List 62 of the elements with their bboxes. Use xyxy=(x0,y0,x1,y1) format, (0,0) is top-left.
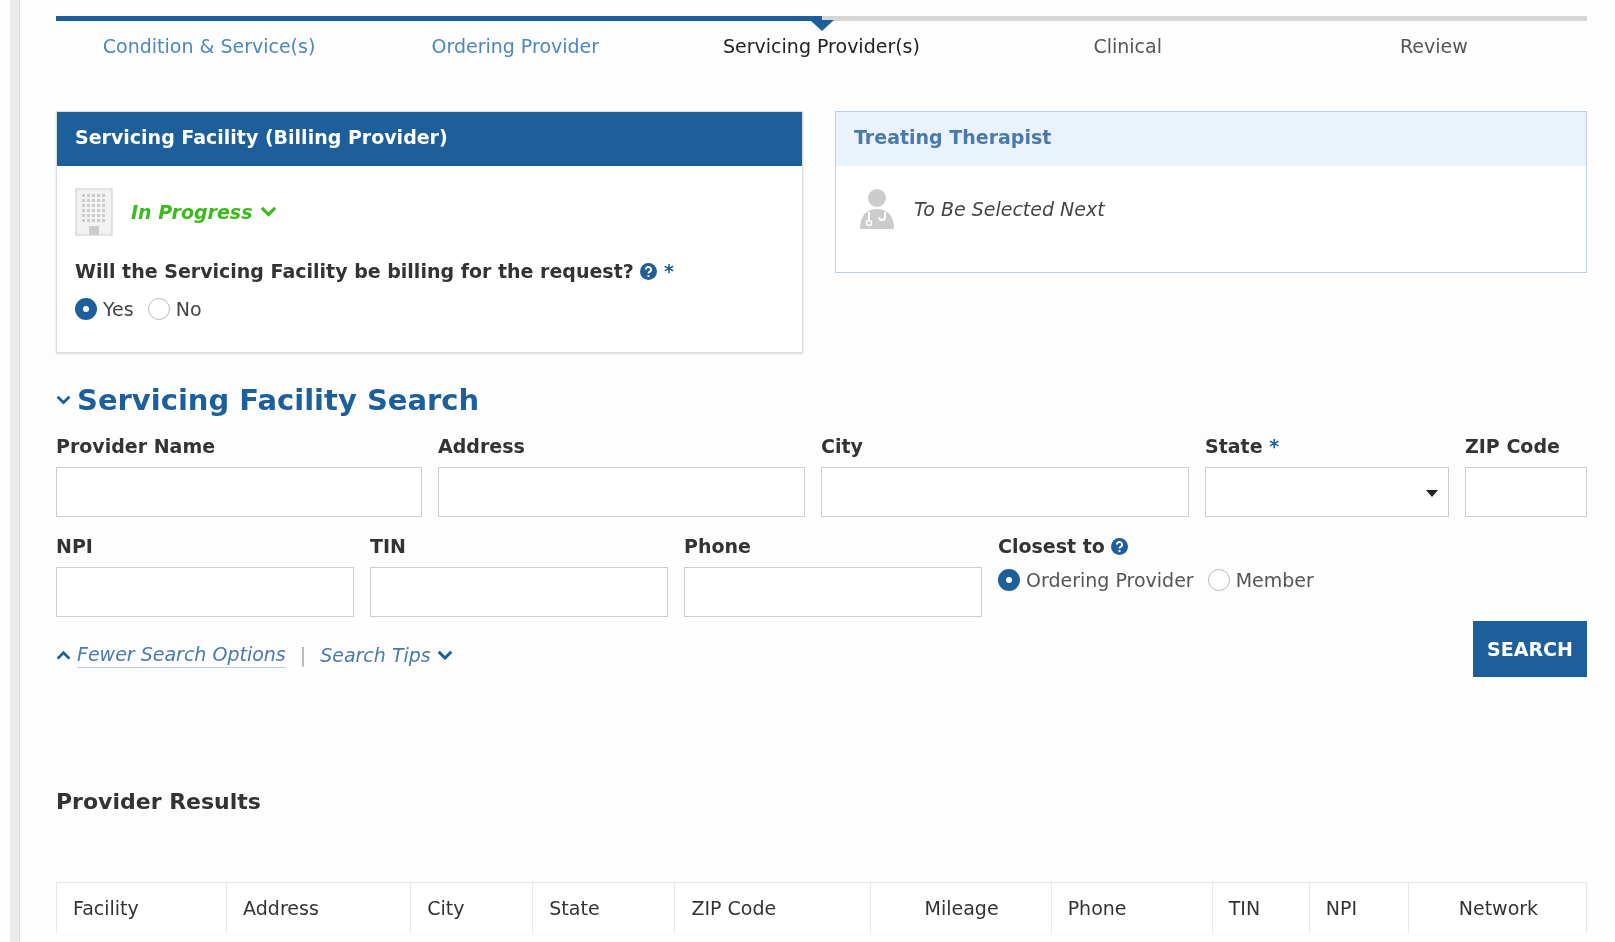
caret-icon xyxy=(1426,490,1438,497)
field-label: City xyxy=(821,435,863,457)
input-field[interactable] xyxy=(56,567,354,617)
section-heading: Provider Results xyxy=(56,789,262,814)
step-tab[interactable]: Servicing Provider(s) xyxy=(668,35,975,57)
column-header[interactable]: TIN xyxy=(1211,883,1309,933)
column-header[interactable]: ZIP Code xyxy=(674,883,870,933)
field-label: Closest to xyxy=(998,535,1105,557)
step-tab[interactable]: Clinical xyxy=(974,35,1281,57)
chevron-icon xyxy=(56,395,71,405)
column-header[interactable]: Network xyxy=(1407,883,1586,933)
search-tips-link[interactable]: Search Tips xyxy=(320,644,453,666)
radio-button[interactable] xyxy=(998,569,1020,591)
field-label: Phone xyxy=(684,535,751,557)
step-tab[interactable]: Review xyxy=(1280,35,1587,57)
required-mark: * xyxy=(664,260,674,282)
section-heading[interactable]: Servicing Facility Search xyxy=(56,383,1587,417)
required-mark: * xyxy=(1269,435,1280,457)
doctor-icon xyxy=(858,188,896,230)
step-tab[interactable]: Condition & Service(s) xyxy=(56,35,363,57)
building-icon xyxy=(75,188,113,236)
radio-button[interactable] xyxy=(75,298,97,320)
column-header[interactable]: Address xyxy=(226,883,411,933)
step-tab[interactable]: Ordering Provider xyxy=(362,35,669,57)
fewer-options-link[interactable]: Fewer Search Options xyxy=(56,642,286,668)
radio-label: Ordering Provider xyxy=(1026,569,1194,591)
input-field[interactable] xyxy=(370,567,668,617)
radio-button[interactable] xyxy=(147,298,170,320)
column-header[interactable]: City xyxy=(410,883,533,933)
radio-label: Member xyxy=(1235,569,1314,591)
step-pointer-icon xyxy=(809,20,834,31)
input-field[interactable] xyxy=(821,467,1189,517)
separator: | xyxy=(299,644,307,666)
card-title: Treating Therapist xyxy=(854,126,1052,148)
card-title: Servicing Facility (Billing Provider) xyxy=(75,126,448,148)
field-label: ZIP Code xyxy=(1465,435,1560,457)
radio-button[interactable] xyxy=(1207,569,1230,591)
input-field[interactable] xyxy=(56,467,422,517)
field-label: Provider Name xyxy=(56,435,216,457)
field-label: Address xyxy=(438,435,525,457)
question-text: Will the Servicing Facility be billing for the request? xyxy=(75,260,634,282)
radio-label: Yes xyxy=(103,298,134,320)
radio-label: No xyxy=(175,298,202,320)
column-header[interactable]: Mileage xyxy=(869,883,1051,933)
status-text: To Be Selected Next xyxy=(914,198,1105,220)
chevron-down-icon xyxy=(436,649,453,661)
search-button[interactable]: SEARCH xyxy=(1473,621,1587,677)
state-dropdown[interactable] xyxy=(1205,467,1449,517)
column-header[interactable]: Phone xyxy=(1050,883,1212,933)
field-label: State xyxy=(1205,435,1263,457)
column-header[interactable]: NPI xyxy=(1308,883,1408,933)
help-icon[interactable] xyxy=(640,263,658,280)
chevron-down-icon xyxy=(260,206,278,218)
column-header[interactable]: Facility xyxy=(57,883,227,933)
field-label: TIN xyxy=(370,535,406,557)
input-field[interactable] xyxy=(1465,467,1587,517)
help-icon[interactable] xyxy=(1111,538,1129,555)
chevron-up-icon xyxy=(56,650,71,660)
column-header[interactable]: State xyxy=(532,883,675,933)
field-label: NPI xyxy=(56,535,93,557)
input-field[interactable] xyxy=(438,467,805,517)
input-field[interactable] xyxy=(684,567,982,617)
